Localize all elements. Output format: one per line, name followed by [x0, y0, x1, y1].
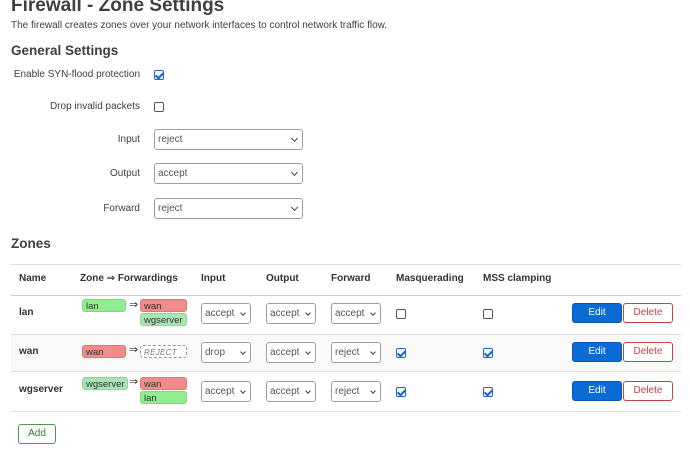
- zone-input-value: drop: [205, 347, 226, 358]
- header-output: Output: [266, 273, 299, 284]
- add-zone-button[interactable]: Add: [18, 424, 56, 444]
- header-masquerading: Masquerading: [396, 273, 464, 284]
- chevron-down-icon: [370, 349, 376, 355]
- zone-forward-select[interactable]: reject: [331, 381, 381, 402]
- page-description: The firewall creates zones over your net…: [11, 20, 388, 31]
- zone-input-value: accept: [205, 308, 235, 319]
- forward-arrow-icon: ⇒: [129, 299, 139, 311]
- zone-output-select[interactable]: accept: [266, 303, 316, 324]
- mss-clamping-checkbox[interactable]: [483, 309, 493, 319]
- zone-output-value: accept: [270, 308, 300, 319]
- zone-row-lan: lan lan ⇒ wan wgserver accept accept acc…: [11, 295, 681, 335]
- forward-policy-select[interactable]: reject: [154, 198, 303, 219]
- delete-button[interactable]: Delete: [623, 342, 673, 362]
- chevron-down-icon: [305, 349, 311, 355]
- header-name: Name: [19, 273, 47, 284]
- header-zone-forwardings: Zone ⇒ Forwardings: [80, 273, 178, 284]
- header-input: Input: [201, 273, 226, 284]
- forward-arrow-icon: ⇒: [129, 376, 139, 388]
- zone-forward-select[interactable]: reject: [331, 342, 381, 363]
- chevron-down-icon: [370, 310, 376, 316]
- zone-input-value: accept: [205, 386, 235, 397]
- zone-input-select[interactable]: drop: [201, 342, 251, 363]
- page-title: Firewall - Zone Settings: [11, 0, 225, 16]
- forward-policy-value: reject: [158, 203, 183, 214]
- forward-badge-lan: lan: [140, 391, 187, 404]
- mss-clamping-checkbox[interactable]: [483, 348, 493, 358]
- chevron-down-icon: [370, 388, 376, 394]
- forward-badge-reject: REJECT: [140, 345, 187, 358]
- chevron-down-icon: [290, 203, 299, 212]
- zone-row-wan: wan wan ⇒ REJECT drop accept reject Edit…: [11, 335, 681, 372]
- zone-input-select[interactable]: accept: [201, 303, 251, 324]
- zone-output-value: accept: [270, 386, 300, 397]
- zones-table-header: Name Zone ⇒ Forwardings Input Output For…: [11, 264, 681, 296]
- zone-name: wgserver: [19, 384, 63, 395]
- header-mss-clamping: MSS clamping: [483, 273, 552, 284]
- chevron-down-icon: [305, 388, 311, 394]
- mss-clamping-checkbox[interactable]: [483, 387, 493, 397]
- zone-badge: wan: [82, 345, 126, 358]
- chevron-down-icon: [290, 134, 299, 143]
- delete-button[interactable]: Delete: [623, 381, 673, 401]
- input-policy-select[interactable]: reject: [154, 129, 303, 150]
- input-policy-value: reject: [158, 134, 183, 145]
- chevron-down-icon: [240, 349, 246, 355]
- forward-badge-wgserver: wgserver: [140, 313, 187, 326]
- chevron-down-icon: [290, 168, 299, 177]
- zone-name: wan: [19, 346, 39, 357]
- input-label: Input: [117, 134, 140, 145]
- zone-input-select[interactable]: accept: [201, 381, 251, 402]
- zone-output-select[interactable]: accept: [266, 342, 316, 363]
- zone-forward-value: accept: [335, 308, 365, 319]
- syn-flood-checkbox[interactable]: [154, 70, 164, 80]
- drop-invalid-label: Drop invalid packets: [49, 101, 140, 112]
- zone-badge: lan: [82, 299, 126, 312]
- header-forward: Forward: [331, 273, 371, 284]
- zone-output-value: accept: [270, 347, 300, 358]
- chevron-down-icon: [240, 388, 246, 394]
- zone-name: lan: [19, 307, 34, 318]
- output-label: Output: [109, 168, 140, 179]
- general-settings-title: General Settings: [11, 43, 119, 58]
- forward-badge-wan: wan: [140, 377, 187, 390]
- edit-button[interactable]: Edit: [572, 303, 622, 323]
- edit-button[interactable]: Edit: [572, 342, 622, 362]
- zone-forward-value: reject: [335, 386, 360, 397]
- edit-button[interactable]: Edit: [572, 381, 622, 401]
- zone-forward-value: reject: [335, 347, 360, 358]
- output-policy-select[interactable]: accept: [154, 163, 303, 184]
- zone-row-wgserver: wgserver wgserver ⇒ wan lan accept accep…: [11, 372, 681, 412]
- forward-label: Forward: [103, 203, 140, 214]
- output-policy-value: accept: [158, 168, 188, 179]
- zone-output-select[interactable]: accept: [266, 381, 316, 402]
- chevron-down-icon: [240, 310, 246, 316]
- zone-forward-select[interactable]: accept: [331, 303, 381, 324]
- drop-invalid-checkbox[interactable]: [154, 102, 164, 112]
- masquerading-checkbox[interactable]: [396, 387, 406, 397]
- zone-badge: wgserver: [82, 377, 128, 390]
- masquerading-checkbox[interactable]: [396, 309, 406, 319]
- forward-arrow-icon: ⇒: [129, 344, 139, 356]
- masquerading-checkbox[interactable]: [396, 348, 406, 358]
- forward-badge-wan: wan: [140, 299, 187, 312]
- zones-title: Zones: [11, 236, 51, 251]
- syn-flood-label: Enable SYN-flood protection: [13, 69, 140, 80]
- chevron-down-icon: [305, 310, 311, 316]
- delete-button[interactable]: Delete: [623, 303, 673, 323]
